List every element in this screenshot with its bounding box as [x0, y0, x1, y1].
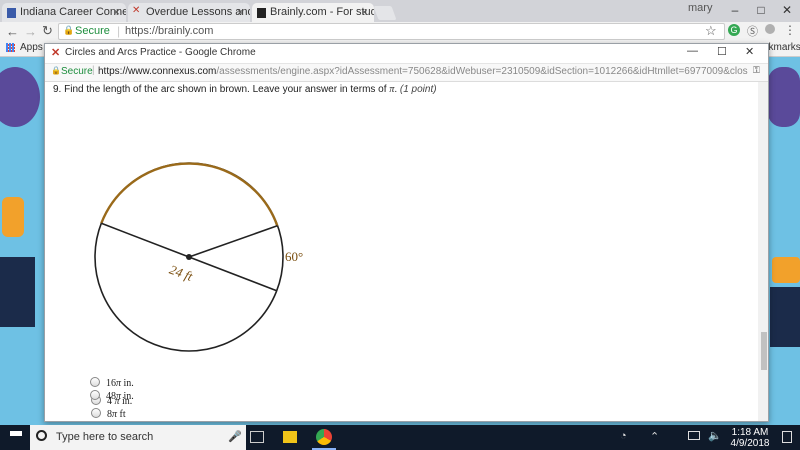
minimize-button[interactable]: –	[722, 0, 748, 20]
taskbar-search-box[interactable]: Type here to search 🎤	[30, 425, 246, 450]
answer-option[interactable]: 16π in.	[90, 377, 134, 389]
tab-title: Indiana Career Connect	[20, 6, 126, 18]
angle-label: 60°	[285, 249, 303, 264]
radius-line	[188, 225, 278, 258]
clock-time[interactable]: 1:18 AM	[730, 427, 770, 438]
center-point	[186, 254, 192, 260]
diameter-right	[188, 256, 277, 292]
url-path: /assessments/engine.aspx?idAssessment=75…	[216, 66, 748, 77]
decorative-shape	[770, 287, 800, 347]
secure-label: Secure	[75, 25, 110, 37]
close-tab-icon[interactable]: ×	[361, 5, 368, 19]
url-host: https://www.connexus.com	[98, 66, 217, 77]
decorative-shape	[2, 197, 24, 237]
tab-brainly[interactable]: Brainly.com - For student ×	[252, 3, 374, 22]
close-tab-icon[interactable]: ×	[237, 5, 244, 19]
chrome-taskbar-icon[interactable]	[316, 429, 332, 445]
microphone-icon[interactable]: 🎤	[228, 430, 242, 443]
extension-icon[interactable]	[765, 24, 775, 34]
apps-grid-icon[interactable]	[6, 43, 15, 52]
brown-arc	[100, 162, 279, 227]
popup-minimize-button[interactable]: —	[687, 45, 698, 57]
tab-overdue-lessons[interactable]: ✕ Overdue Lessons and Le ×	[128, 3, 250, 22]
answer-option[interactable]: 48π in.	[90, 390, 134, 402]
maximize-button[interactable]: □	[748, 0, 774, 20]
tab-indiana-career-connect[interactable]: Indiana Career Connect ×	[2, 3, 126, 22]
pi-symbol: π	[112, 409, 118, 420]
apps-bookmark[interactable]: Apps	[20, 42, 43, 53]
clock-date[interactable]: 4/9/2018	[728, 438, 772, 449]
radio-button[interactable]	[90, 390, 100, 400]
answer-option[interactable]: 8π ft	[91, 408, 126, 420]
battery-icon[interactable]	[688, 431, 700, 440]
decorative-shape	[0, 67, 40, 127]
url-text[interactable]: https://brainly.com	[125, 25, 213, 37]
decorative-shape	[768, 67, 800, 127]
radio-button[interactable]	[91, 408, 101, 418]
back-arrow-icon[interactable]: ←	[6, 24, 19, 39]
address-bar[interactable]: 🔒 Secure | https://brainly.com ☆	[58, 23, 725, 40]
popup-url[interactable]: https://www.connexus.com/assessments/eng…	[98, 66, 748, 77]
popup-maximize-button[interactable]: ☐	[717, 45, 727, 58]
task-view-icon[interactable]	[250, 431, 264, 443]
vertical-scrollbar[interactable]	[758, 82, 768, 421]
forward-arrow-icon[interactable]: →	[24, 24, 37, 39]
connexus-favicon-icon: ✕	[132, 5, 141, 16]
secure-label: Secure	[61, 66, 93, 77]
pi-symbol: π	[116, 378, 122, 389]
search-placeholder: Type here to search	[56, 431, 154, 443]
separator: |	[117, 24, 121, 38]
option-value: 16	[106, 378, 116, 389]
radius-label: 24 ft	[167, 262, 195, 284]
grammarly-extension-icon[interactable]: G	[728, 24, 740, 36]
popup-address-bar[interactable]: 🔒 Secure | https://www.connexus.com/asse…	[45, 64, 768, 82]
close-tab-icon[interactable]: ×	[113, 5, 120, 19]
assessment-content: 9. Find the length of the arc shown in b…	[45, 82, 758, 421]
browser-toolbar: ← → ↻ 🔒 Secure | https://brainly.com ☆ G…	[0, 22, 800, 40]
arc-diagram: 24 ft 60°	[94, 162, 303, 352]
decorative-shape	[772, 257, 800, 283]
reload-icon[interactable]: ↻	[42, 23, 53, 39]
skype-extension-icon[interactable]: Ⓢ	[747, 23, 758, 39]
option-value: 48	[106, 391, 116, 402]
separator: |	[92, 65, 95, 76]
lock-icon: 🔒	[51, 66, 61, 75]
pi-symbol: π	[116, 391, 122, 402]
decorative-shape	[0, 257, 35, 327]
diameter-left	[101, 222, 190, 258]
scrollbar-thumb[interactable]	[761, 332, 767, 370]
new-tab-button[interactable]	[373, 6, 397, 20]
menu-kebab-icon[interactable]: ⋮	[784, 23, 796, 37]
key-icon[interactable]: ⚿	[753, 65, 760, 76]
connexus-logo-icon: ✕	[51, 47, 61, 59]
brainly-favicon-icon	[257, 8, 266, 18]
tab-title: Overdue Lessons and Le	[146, 6, 250, 18]
popup-titlebar: ✕ Circles and Arcs Practice - Google Chr…	[45, 44, 768, 64]
indiana-favicon-icon	[7, 8, 16, 18]
volume-icon[interactable]: 🔈	[708, 429, 722, 442]
lock-icon: 🔒	[63, 25, 75, 35]
file-explorer-icon[interactable]	[283, 431, 297, 443]
tab-strip: Indiana Career Connect × ✕ Overdue Lesso…	[0, 0, 800, 22]
popup-window: ✕ Circles and Arcs Practice - Google Chr…	[44, 43, 769, 422]
popup-close-button[interactable]: ✕	[745, 45, 754, 58]
network-icon[interactable]: ◔	[620, 430, 627, 442]
option-unit: in.	[123, 391, 134, 402]
notifications-icon[interactable]	[782, 431, 792, 443]
tab-title: Brainly.com - For student	[270, 6, 374, 18]
option-unit: ft	[119, 409, 126, 420]
radio-button[interactable]	[90, 377, 100, 387]
option-unit: in.	[123, 378, 134, 389]
profile-name[interactable]: mary	[688, 2, 712, 14]
cortana-icon	[36, 430, 47, 441]
chevron-up-icon[interactable]: ⌃	[650, 430, 659, 443]
close-window-button[interactable]: ✕	[774, 0, 800, 20]
windows-start-icon[interactable]	[10, 431, 22, 443]
bookmark-star-icon[interactable]: ☆	[705, 23, 717, 39]
popup-title: Circles and Arcs Practice - Google Chrom…	[65, 47, 256, 58]
